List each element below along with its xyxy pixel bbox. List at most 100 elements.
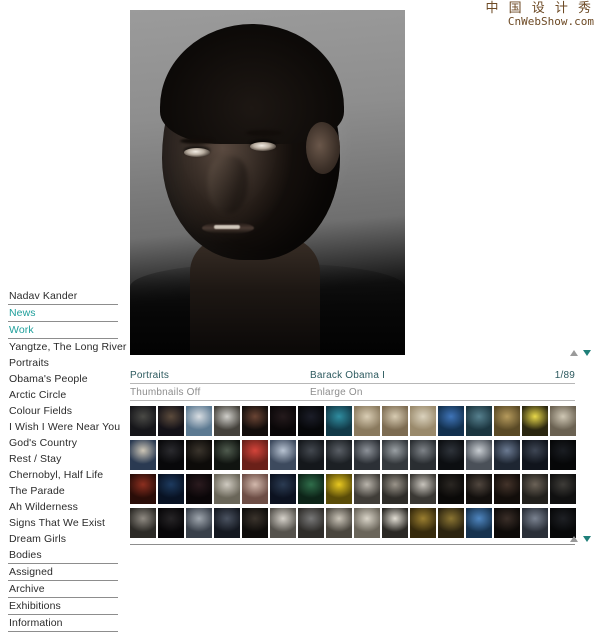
thumbnail-item[interactable] bbox=[270, 440, 296, 470]
thumbnails-toggle-button[interactable]: Thumbnails Off bbox=[130, 387, 310, 398]
thumbnail-item[interactable] bbox=[326, 440, 352, 470]
thumbnail-item[interactable] bbox=[186, 508, 212, 538]
thumbnail-item[interactable] bbox=[242, 440, 268, 470]
thumbnail-item[interactable] bbox=[466, 508, 492, 538]
panel-footer-divider bbox=[130, 544, 575, 546]
thumbnail-item[interactable] bbox=[522, 406, 548, 436]
thumbnail-item[interactable] bbox=[214, 440, 240, 470]
thumbnail-item[interactable] bbox=[382, 440, 408, 470]
portrait-brow-left bbox=[180, 138, 214, 144]
thumbnail-item[interactable] bbox=[158, 508, 184, 538]
sidebar-item-chernobyl-half-life[interactable]: Chernobyl, Half Life bbox=[8, 467, 118, 483]
thumbnail-item[interactable] bbox=[214, 474, 240, 504]
thumbnail-item[interactable] bbox=[214, 406, 240, 436]
main-portrait-image[interactable] bbox=[130, 10, 405, 355]
thumbnail-item[interactable] bbox=[158, 440, 184, 470]
thumbnail-item[interactable] bbox=[466, 406, 492, 436]
watermark-domain-text: CnWebShow.com bbox=[507, 14, 594, 28]
thumbnail-item[interactable] bbox=[130, 508, 156, 538]
sidebar-item-rest-stay[interactable]: Rest / Stay bbox=[8, 451, 118, 467]
thumbnail-item[interactable] bbox=[410, 474, 436, 504]
sidebar-item-information[interactable]: Information bbox=[8, 615, 118, 632]
enlarge-toggle-button[interactable]: Enlarge On bbox=[310, 387, 575, 398]
sidebar-item-archive[interactable]: Archive bbox=[8, 581, 118, 598]
thumbnail-item[interactable] bbox=[550, 508, 576, 538]
thumbnail-item[interactable] bbox=[410, 406, 436, 436]
thumbnail-item[interactable] bbox=[382, 474, 408, 504]
sidebar-item-exhibitions[interactable]: Exhibitions bbox=[8, 598, 118, 615]
thumbnail-item[interactable] bbox=[410, 440, 436, 470]
thumbnail-item[interactable] bbox=[270, 406, 296, 436]
thumbnail-item[interactable] bbox=[214, 508, 240, 538]
panel-scroll-up-arrow-icon[interactable] bbox=[570, 536, 578, 542]
sidebar-item-dream-girls[interactable]: Dream Girls bbox=[8, 531, 118, 547]
thumbnail-item[interactable] bbox=[326, 406, 352, 436]
thumbnail-item[interactable] bbox=[298, 406, 324, 436]
thumbnail-item[interactable] bbox=[354, 508, 380, 538]
sidebar-item-signs-that-we-exist[interactable]: Signs That We Exist bbox=[8, 515, 118, 531]
thumbnail-item[interactable] bbox=[382, 406, 408, 436]
sidebar-item-bodies[interactable]: Bodies bbox=[8, 547, 118, 563]
thumbnail-item[interactable] bbox=[158, 406, 184, 436]
thumbnail-item[interactable] bbox=[550, 474, 576, 504]
thumbnail-item[interactable] bbox=[130, 474, 156, 504]
sidebar-item-arctic-circle[interactable]: Arctic Circle bbox=[8, 387, 118, 403]
panel-scroll-down-arrow-icon[interactable] bbox=[583, 536, 591, 542]
thumbnail-item[interactable] bbox=[494, 406, 520, 436]
scroll-up-arrow-icon[interactable] bbox=[570, 350, 578, 356]
sidebar-item-news[interactable]: News bbox=[8, 305, 118, 322]
sidebar-item-god-s-country[interactable]: God's Country bbox=[8, 435, 118, 451]
thumbnail-item[interactable] bbox=[522, 508, 548, 538]
thumbnail-item[interactable] bbox=[242, 406, 268, 436]
thumbnail-item[interactable] bbox=[242, 474, 268, 504]
thumbnail-item[interactable] bbox=[382, 508, 408, 538]
thumbnail-item[interactable] bbox=[326, 508, 352, 538]
panel-scroll-arrows bbox=[570, 536, 591, 542]
gallery-name-label[interactable]: Portraits bbox=[130, 370, 310, 381]
sidebar-item-ah-wilderness[interactable]: Ah Wilderness bbox=[8, 499, 118, 515]
thumbnail-item[interactable] bbox=[298, 474, 324, 504]
thumbnail-item[interactable] bbox=[298, 440, 324, 470]
sidebar-item-nadav-kander: Nadav Kander bbox=[8, 288, 118, 305]
thumbnail-item[interactable] bbox=[494, 440, 520, 470]
thumbnail-item[interactable] bbox=[494, 508, 520, 538]
thumbnail-item[interactable] bbox=[466, 474, 492, 504]
sidebar-item-yangtze-the-long-river[interactable]: Yangtze, The Long River bbox=[8, 339, 126, 355]
thumbnail-item[interactable] bbox=[326, 474, 352, 504]
thumbnail-item[interactable] bbox=[242, 508, 268, 538]
thumbnail-item[interactable] bbox=[550, 440, 576, 470]
sidebar-item-work[interactable]: Work bbox=[8, 322, 118, 339]
thumbnail-item[interactable] bbox=[186, 474, 212, 504]
thumbnail-item[interactable] bbox=[130, 440, 156, 470]
thumbnail-item[interactable] bbox=[466, 440, 492, 470]
thumbnail-item[interactable] bbox=[522, 474, 548, 504]
scroll-down-arrow-icon[interactable] bbox=[583, 350, 591, 356]
thumbnail-item[interactable] bbox=[438, 440, 464, 470]
thumbnail-item[interactable] bbox=[270, 508, 296, 538]
thumbnail-item[interactable] bbox=[522, 440, 548, 470]
thumbnail-item[interactable] bbox=[410, 508, 436, 538]
thumbnail-item[interactable] bbox=[130, 406, 156, 436]
thumbnail-item[interactable] bbox=[354, 474, 380, 504]
thumbnail-item[interactable] bbox=[186, 440, 212, 470]
thumbnail-grid bbox=[130, 406, 576, 538]
sidebar-item-assigned[interactable]: Assigned bbox=[8, 563, 118, 581]
thumbnail-item[interactable] bbox=[438, 406, 464, 436]
sidebar-item-the-parade[interactable]: The Parade bbox=[8, 483, 118, 499]
sidebar-item-portraits[interactable]: Portraits bbox=[8, 355, 118, 371]
sidebar-item-colour-fields[interactable]: Colour Fields bbox=[8, 403, 118, 419]
sidebar-item-obama-s-people[interactable]: Obama's People bbox=[8, 371, 118, 387]
thumbnail-item[interactable] bbox=[186, 406, 212, 436]
thumbnail-item[interactable] bbox=[438, 508, 464, 538]
thumbnail-item[interactable] bbox=[158, 474, 184, 504]
image-title-label: Barack Obama I bbox=[310, 370, 386, 381]
thumbnail-item[interactable] bbox=[494, 474, 520, 504]
thumbnail-item[interactable] bbox=[354, 406, 380, 436]
thumbnail-item[interactable] bbox=[550, 406, 576, 436]
sidebar-item-i-wish-i-were-near-you[interactable]: I Wish I Were Near You bbox=[8, 419, 120, 435]
thumbnail-item[interactable] bbox=[298, 508, 324, 538]
panel-header-row: Portraits Barack Obama I 1/89 bbox=[130, 370, 575, 384]
thumbnail-item[interactable] bbox=[438, 474, 464, 504]
thumbnail-item[interactable] bbox=[270, 474, 296, 504]
thumbnail-item[interactable] bbox=[354, 440, 380, 470]
